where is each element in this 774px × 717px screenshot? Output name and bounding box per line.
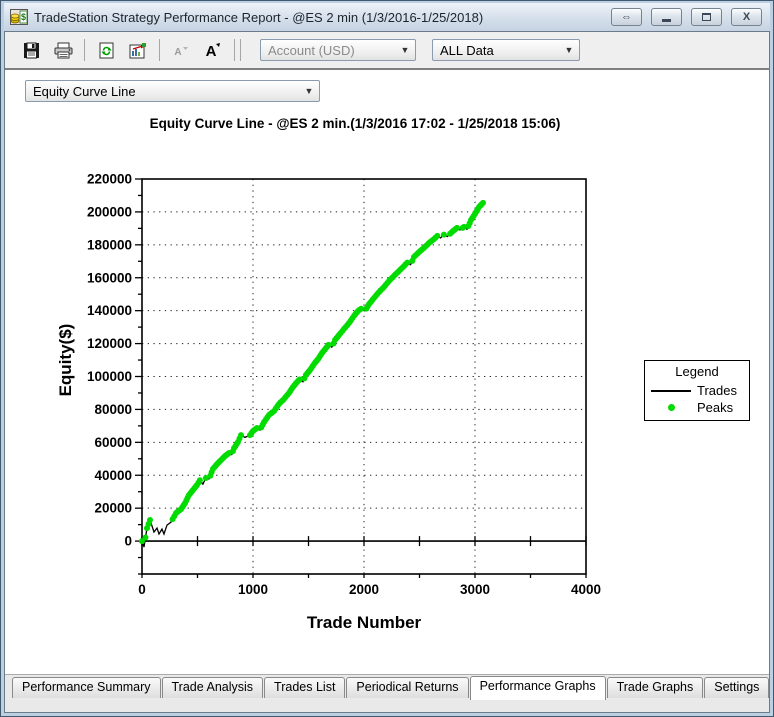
graph-type-dropdown-value: Equity Curve Line <box>33 84 136 99</box>
tab-label: Performance Summary <box>22 680 151 694</box>
window-title: TradeStation Strategy Performance Report… <box>34 10 611 25</box>
chart-legend: Legend Trades Peaks <box>644 360 750 421</box>
legend-label-peaks: Peaks <box>697 400 733 415</box>
legend-item-trades: Trades <box>645 382 749 399</box>
account-dropdown[interactable]: Account (USD) ▼ <box>260 39 416 61</box>
svg-text:0: 0 <box>124 534 132 549</box>
svg-text:100000: 100000 <box>87 369 132 384</box>
minimize-icon <box>662 19 671 22</box>
app-icon: $ <box>10 9 28 25</box>
toolbar-separator <box>240 39 241 61</box>
svg-text:A: A <box>206 43 217 59</box>
print-icon <box>54 42 73 59</box>
report-tab-bar: Performance Summary Trade Analysis Trades … <box>5 674 769 712</box>
close-button[interactable]: X <box>731 8 762 26</box>
maximize-button[interactable] <box>691 8 722 26</box>
save-button[interactable] <box>17 37 45 63</box>
trades-line-marker <box>645 390 697 392</box>
svg-text:160000: 160000 <box>87 270 132 285</box>
svg-text:2000: 2000 <box>349 582 379 597</box>
chevron-down-icon: ▼ <box>299 86 319 96</box>
toolbar: A A Account (USD) ▼ ALL Data ▼ <box>5 32 769 68</box>
tab-label: Trades List <box>274 680 335 694</box>
tab-trade-analysis[interactable]: Trade Analysis <box>162 677 264 698</box>
svg-text:120000: 120000 <box>87 336 132 351</box>
chevron-down-icon: ▼ <box>395 45 415 55</box>
legend-label-trades: Trades <box>697 383 737 398</box>
tab-periodical-returns[interactable]: Periodical Returns <box>346 677 468 698</box>
svg-text:$: $ <box>21 12 26 22</box>
report-settings-button[interactable] <box>124 37 152 63</box>
minimize-button[interactable] <box>651 8 682 26</box>
svg-text:Trade Number: Trade Number <box>307 613 422 632</box>
tab-performance-graphs[interactable]: Performance Graphs <box>470 676 606 700</box>
svg-text:220000: 220000 <box>87 172 132 187</box>
tab-label: Periodical Returns <box>356 680 458 694</box>
increase-font-icon: A <box>204 42 222 59</box>
tab-label: Performance Graphs <box>480 679 596 693</box>
dock-button[interactable]: ⇔ <box>611 8 642 26</box>
title-bar[interactable]: $ TradeStation Strategy Performance Repo… <box>4 3 770 31</box>
increase-font-button[interactable]: A <box>199 37 227 63</box>
close-icon: X <box>743 11 750 23</box>
svg-text:140000: 140000 <box>87 303 132 318</box>
svg-text:20000: 20000 <box>94 501 132 516</box>
tab-label: Trade Analysis <box>172 680 254 694</box>
svg-text:80000: 80000 <box>94 402 132 417</box>
tab-settings[interactable]: Settings <box>704 677 769 698</box>
svg-text:200000: 200000 <box>87 204 132 219</box>
print-button[interactable] <box>49 37 77 63</box>
report-settings-icon <box>129 42 148 59</box>
svg-text:60000: 60000 <box>94 435 132 450</box>
toolbar-separator <box>159 39 160 61</box>
data-range-dropdown-value: ALL Data <box>440 43 494 58</box>
refresh-button[interactable] <box>92 37 120 63</box>
data-range-dropdown[interactable]: ALL Data ▼ <box>432 39 580 61</box>
tab-performance-summary[interactable]: Performance Summary <box>12 677 161 698</box>
refresh-icon <box>98 42 115 59</box>
save-icon <box>23 42 40 59</box>
maximize-icon <box>702 13 711 21</box>
decrease-font-button[interactable]: A <box>167 37 195 63</box>
toolbar-separator <box>84 39 85 61</box>
svg-text:A: A <box>174 47 181 58</box>
svg-text:0: 0 <box>138 582 146 597</box>
legend-title: Legend <box>645 364 749 379</box>
tab-label: Trade Graphs <box>617 680 694 694</box>
tab-label: Settings <box>714 680 759 694</box>
svg-text:Equity($): Equity($) <box>56 324 75 397</box>
tab-trades-list[interactable]: Trades List <box>264 677 345 698</box>
chart-title: Equity Curve Line - @ES 2 min.(1/3/2016 … <box>65 116 645 131</box>
tradestation-report-window: $ TradeStation Strategy Performance Repo… <box>0 0 774 717</box>
decrease-font-icon: A <box>173 43 189 58</box>
toolbar-separator <box>234 39 235 61</box>
tab-trade-graphs[interactable]: Trade Graphs <box>607 677 704 698</box>
chevron-down-icon: ▼ <box>559 45 579 55</box>
peaks-dot-marker <box>645 404 697 411</box>
account-dropdown-value: Account (USD) <box>268 43 355 58</box>
report-content: Equity Curve Line ▼ Equity Curve Line - … <box>5 70 769 674</box>
report-app-frame: A A Account (USD) ▼ ALL Data ▼ <box>4 31 770 713</box>
graph-type-dropdown[interactable]: Equity Curve Line ▼ <box>25 80 320 102</box>
legend-item-peaks: Peaks <box>645 399 749 416</box>
svg-text:3000: 3000 <box>460 582 490 597</box>
svg-text:40000: 40000 <box>94 468 132 483</box>
dock-icon: ⇔ <box>621 11 632 23</box>
svg-text:180000: 180000 <box>87 237 132 252</box>
svg-text:4000: 4000 <box>571 582 601 597</box>
svg-text:1000: 1000 <box>238 582 268 597</box>
